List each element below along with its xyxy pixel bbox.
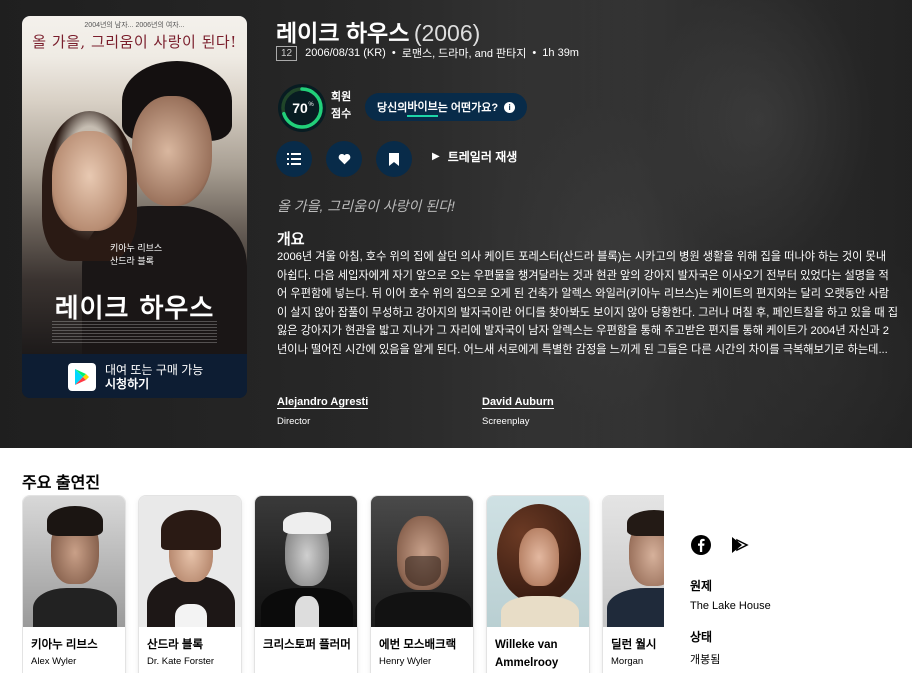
cast-name[interactable]: 키아누 리브스 bbox=[31, 636, 121, 654]
bookmark-icon bbox=[389, 152, 399, 166]
original-title-value: The Lake House bbox=[690, 600, 771, 612]
cast-character: Henry Wyler bbox=[379, 656, 432, 667]
google-play-icon[interactable] bbox=[68, 363, 96, 391]
cast-heading: 주요 출연진 bbox=[22, 475, 101, 492]
crew-job: Director bbox=[277, 416, 311, 427]
play-trailer-button[interactable]: ▶ 트레일러 재생 bbox=[432, 148, 517, 165]
cast-character: Dr. Kate Forster bbox=[147, 656, 215, 667]
score-value: 70 bbox=[292, 100, 308, 116]
cast-photo bbox=[23, 496, 125, 627]
cast-name[interactable]: 에번 모스배크랙 bbox=[379, 636, 469, 654]
tagline: 올 가을, 그리움이 사랑이 된다! bbox=[277, 198, 455, 214]
crew-member: Alejandro Agresti Director bbox=[277, 392, 369, 427]
poster-image: 2004년의 남자... 2006년의 여자... 올 가을, 그리움이 사랑이… bbox=[22, 16, 247, 356]
original-title-label: 원제 bbox=[690, 579, 713, 593]
watchlist-button[interactable] bbox=[376, 141, 412, 177]
overview-text: 2006년 겨울 아침, 호수 위의 집에 살던 의사 케이트 포레스터(산드라… bbox=[277, 251, 899, 356]
cast-name[interactable]: Willeke van Ammelrooy bbox=[495, 636, 585, 672]
cast-name[interactable]: 크리스토퍼 플러머 bbox=[263, 636, 353, 654]
favorite-button[interactable] bbox=[326, 141, 362, 177]
movie-title-row: 레이크 하우스 (2006) bbox=[276, 14, 480, 48]
cast-photo bbox=[255, 496, 357, 627]
genres[interactable]: 로맨스, 드라마, and 판타지 bbox=[402, 45, 527, 61]
cast-name[interactable]: 딜런 월시 bbox=[611, 636, 664, 654]
status-value: 개봉됨 bbox=[690, 654, 721, 666]
movie-year: (2006) bbox=[413, 20, 481, 46]
cast-card[interactable]: 딜런 월시 Morgan bbox=[602, 495, 664, 673]
original-title-section: 원제 The Lake House bbox=[690, 577, 771, 612]
poster-tagline: 올 가을, 그리움이 사랑이 된다! bbox=[32, 33, 237, 51]
poster-tagline-small: 2004년의 남자... 2006년의 여자... bbox=[84, 22, 185, 29]
cast-photo bbox=[139, 496, 241, 627]
cast-scroller[interactable]: 키아누 리브스 Alex Wyler 산드라 블록 Dr. Kate Forst… bbox=[22, 495, 664, 673]
cast-card[interactable]: Willeke van Ammelrooy bbox=[486, 495, 590, 673]
cast-photo bbox=[487, 496, 589, 627]
cast-card[interactable]: 에번 모스배크랙 Henry Wyler bbox=[370, 495, 474, 673]
overview-heading: 개요 bbox=[277, 231, 305, 248]
crew-job: Screenplay bbox=[482, 416, 530, 427]
movie-header: 2004년의 남자... 2006년의 여자... 올 가을, 그리움이 사랑이… bbox=[0, 0, 912, 448]
watch-now-text[interactable]: 대여 또는 구매 가능 시청하기 bbox=[105, 363, 203, 391]
justwatch-icon[interactable] bbox=[730, 535, 750, 555]
status-label: 상태 bbox=[690, 630, 713, 644]
poster-title: 레이크 하우스 bbox=[54, 294, 215, 324]
runtime: 1h 39m bbox=[542, 47, 579, 59]
facebook-icon[interactable] bbox=[690, 534, 712, 556]
crew-name[interactable]: David Auburn bbox=[482, 396, 554, 409]
cast-photo bbox=[371, 496, 473, 627]
list-icon bbox=[287, 153, 301, 165]
movie-facts: 12 2006/08/31 (KR) • 로맨스, 드라마, and 판타지 •… bbox=[276, 45, 579, 61]
play-icon: ▶ bbox=[432, 151, 440, 162]
info-icon: i bbox=[504, 101, 516, 113]
vibe-button[interactable]: 당신의 바이브 는 어떤가요? i bbox=[365, 93, 528, 121]
user-score-chart[interactable]: 70 % bbox=[278, 84, 326, 132]
crew-member: David Auburn Screenplay bbox=[482, 392, 554, 427]
movie-title[interactable]: 레이크 하우스 bbox=[276, 20, 409, 46]
user-score-label: 회원 점수 bbox=[331, 91, 352, 120]
status-section: 상태 개봉됨 bbox=[690, 628, 720, 667]
add-to-list-button[interactable] bbox=[276, 141, 312, 177]
svg-text:%: % bbox=[308, 102, 314, 108]
cast-character: Morgan bbox=[611, 656, 644, 667]
cast-photo bbox=[603, 496, 664, 627]
certification-badge: 12 bbox=[276, 45, 298, 61]
release-date: 2006/08/31 (KR) bbox=[305, 47, 386, 59]
cast-card[interactable]: 크리스토퍼 플러머 bbox=[254, 495, 358, 673]
cast-card[interactable]: 키아누 리브스 Alex Wyler bbox=[22, 495, 126, 673]
crew-name[interactable]: Alejandro Agresti bbox=[277, 396, 369, 409]
cast-character: Alex Wyler bbox=[31, 656, 77, 667]
poster[interactable]: 2004년의 남자... 2006년의 여자... 올 가을, 그리움이 사랑이… bbox=[22, 16, 247, 398]
cast-card[interactable]: 산드라 블록 Dr. Kate Forster bbox=[138, 495, 242, 673]
poster-credits bbox=[52, 321, 217, 343]
heart-icon bbox=[338, 153, 350, 165]
poster-cast: 키아누 리브스 산드라 블록 bbox=[110, 243, 163, 266]
cast-name[interactable]: 산드라 블록 bbox=[147, 636, 237, 654]
